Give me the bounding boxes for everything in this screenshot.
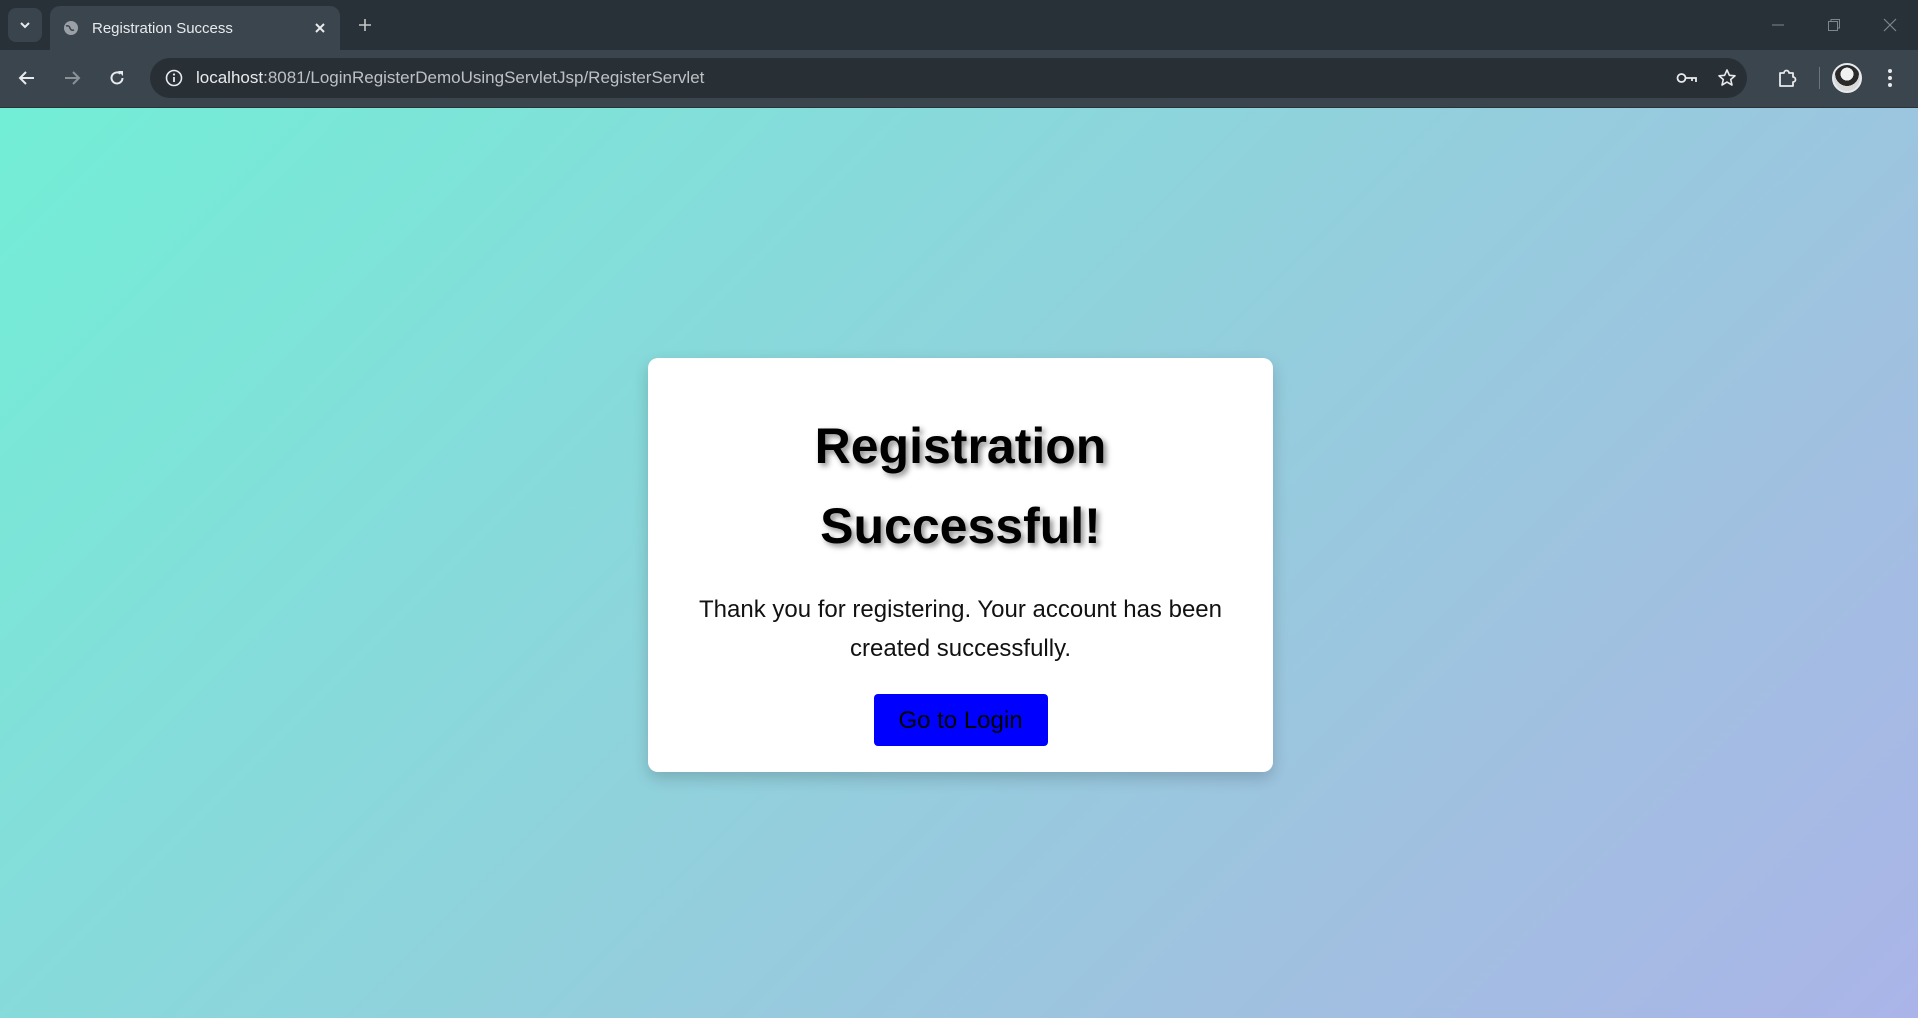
plus-icon: [359, 19, 371, 31]
restore-icon: [1828, 19, 1840, 31]
reload-icon: [110, 71, 124, 85]
arrow-right-icon: [65, 71, 81, 85]
address-bar[interactable]: localhost:8081/LoginRegisterDemoUsingSer…: [150, 58, 1747, 98]
extensions-icon[interactable]: [1767, 67, 1807, 89]
more-menu-icon[interactable]: [1870, 68, 1910, 88]
success-card: Registration Successful! Thank you for r…: [648, 358, 1273, 772]
url-host: localhost: [196, 68, 264, 87]
minimize-button[interactable]: [1750, 0, 1806, 50]
new-tab-button[interactable]: [352, 12, 378, 38]
arrow-left-icon: [18, 71, 34, 85]
browser-toolbar: localhost:8081/LoginRegisterDemoUsingSer…: [0, 50, 1918, 108]
toolbar-divider: [1819, 67, 1820, 89]
globe-icon: [62, 19, 80, 37]
close-icon: [1883, 18, 1897, 32]
page-viewport: Registration Successful! Thank you for r…: [0, 108, 1918, 1018]
forward-button[interactable]: [57, 63, 87, 93]
minimize-icon: [1772, 24, 1784, 26]
close-window-button[interactable]: [1862, 0, 1918, 50]
page-title: Registration Successful!: [814, 418, 1107, 554]
reload-button[interactable]: [102, 63, 132, 93]
url-text[interactable]: localhost:8081/LoginRegisterDemoUsingSer…: [196, 68, 1667, 88]
url-path: :8081/LoginRegisterDemoUsingServletJsp/R…: [263, 68, 705, 87]
site-info-icon[interactable]: [154, 69, 194, 87]
tab-title: Registration Success: [92, 19, 233, 37]
key-icon[interactable]: [1667, 71, 1707, 85]
close-icon[interactable]: [308, 16, 332, 40]
chevron-down-icon: [20, 22, 30, 29]
back-button[interactable]: [12, 63, 42, 93]
browser-tab[interactable]: Registration Success: [50, 6, 340, 50]
restore-button[interactable]: [1806, 0, 1862, 50]
profile-avatar[interactable]: [1832, 63, 1862, 93]
go-to-login-button[interactable]: Go to Login: [873, 694, 1048, 746]
success-message: Thank you for registering. Your account …: [698, 596, 1222, 662]
star-icon[interactable]: [1707, 68, 1747, 88]
tab-search-button[interactable]: [8, 8, 42, 42]
browser-tab-strip: Registration Success: [0, 0, 1918, 50]
